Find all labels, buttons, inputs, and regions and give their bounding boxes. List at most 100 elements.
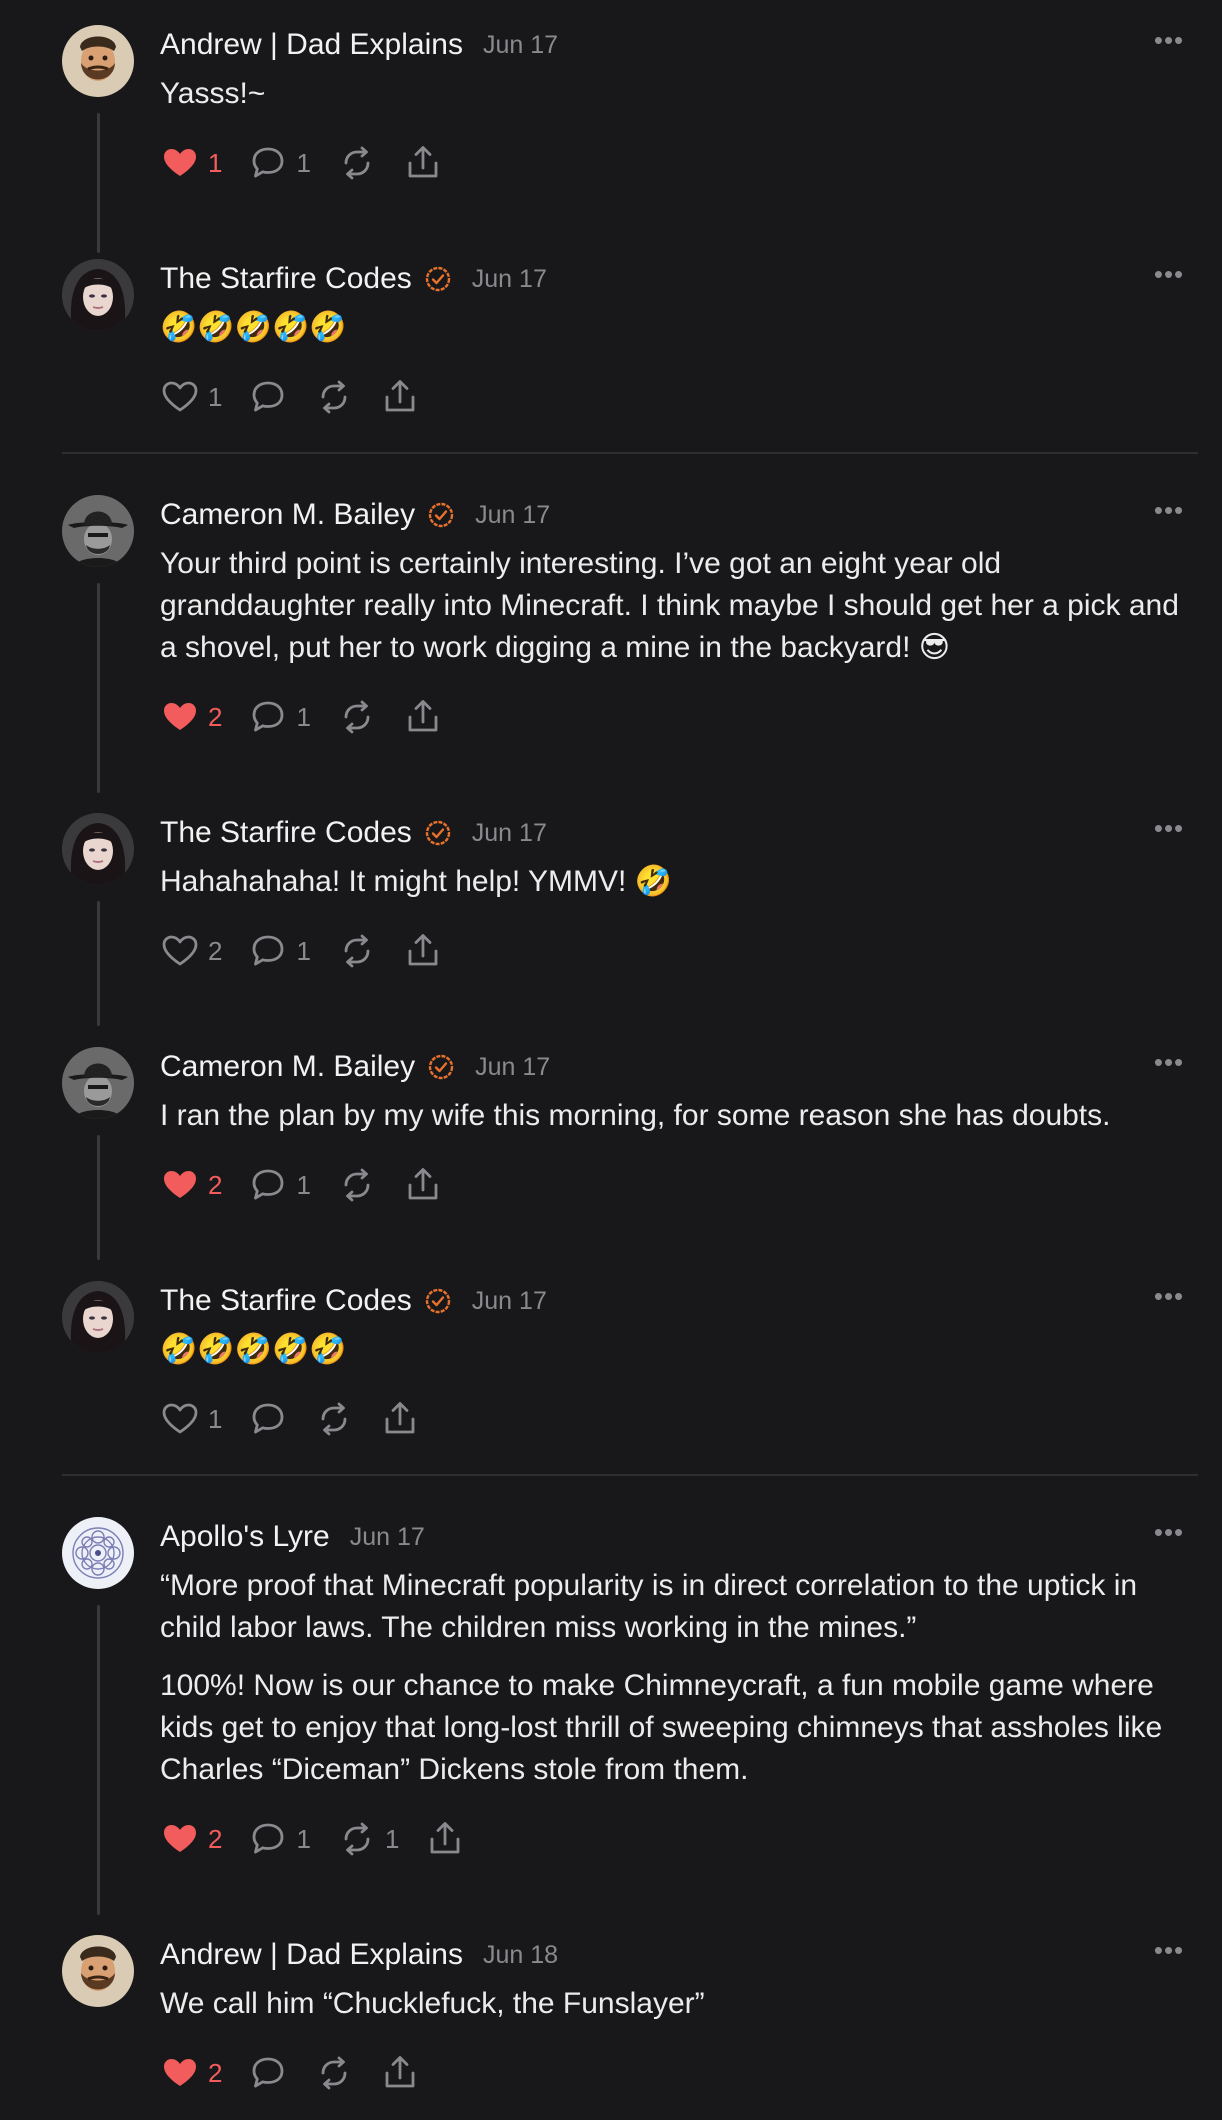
comment-text: We call him “Chucklefuck, the Funslayer” — [160, 1987, 705, 2020]
comment-text: 🤣🤣🤣🤣🤣 — [160, 311, 347, 344]
comment-date[interactable]: Jun 18 — [483, 1941, 558, 1970]
comment-date[interactable]: Jun 17 — [472, 1287, 547, 1316]
share-button[interactable] — [403, 931, 443, 971]
repost-count: 1 — [384, 1823, 400, 1854]
comment-date[interactable]: Jun 17 — [472, 265, 547, 294]
like-button[interactable]: 2 — [160, 2053, 222, 2093]
like-button[interactable]: 2 — [160, 1165, 222, 1205]
comment-date[interactable]: Jun 17 — [475, 501, 550, 530]
comment-header: Cameron M. Bailey Jun 17 — [160, 485, 550, 545]
reply-count: 1 — [296, 935, 311, 966]
like-button[interactable]: 1 — [160, 377, 222, 417]
action-bar: 11 — [160, 136, 469, 190]
comment-header: The Starfire Codes Jun 17 — [160, 1271, 547, 1331]
author-name[interactable]: Andrew | Dad Explains — [160, 1938, 463, 1972]
like-button[interactable]: 1 — [160, 143, 222, 183]
repost-button[interactable] — [337, 697, 377, 737]
avatar[interactable] — [62, 1935, 134, 2007]
thread-separator — [62, 452, 1198, 454]
like-button[interactable]: 1 — [160, 1399, 222, 1439]
author-name[interactable]: The Starfire Codes — [160, 816, 412, 850]
avatar[interactable] — [62, 1047, 134, 1119]
comment-date[interactable]: Jun 17 — [350, 1523, 425, 1552]
like-count: 1 — [208, 1403, 223, 1434]
repost-button[interactable] — [337, 1165, 377, 1205]
comment-header: Apollo's Lyre Jun 17 — [160, 1507, 425, 1567]
reply-button[interactable]: 1 — [248, 1819, 311, 1859]
reply-button[interactable]: 1 — [248, 931, 311, 971]
comment-text: I ran the plan by my wife this morning, … — [160, 1099, 1111, 1132]
share-button[interactable] — [380, 1399, 420, 1439]
verified-badge-icon — [424, 265, 452, 293]
like-count: 2 — [208, 1823, 223, 1854]
comment-body: We call him “Chucklefuck, the Funslayer” — [160, 1983, 1200, 2025]
reply-count: 1 — [296, 147, 311, 178]
like-button[interactable]: 2 — [160, 697, 222, 737]
thread-line — [97, 583, 100, 793]
like-count: 2 — [208, 2057, 223, 2088]
repost-button[interactable] — [337, 143, 377, 183]
comment-body: Your third point is certainly interestin… — [160, 543, 1200, 669]
comment-date[interactable]: Jun 17 — [472, 819, 547, 848]
reply-button[interactable]: 1 — [248, 1165, 311, 1205]
thread-line — [97, 1135, 100, 1260]
avatar[interactable] — [62, 25, 134, 97]
like-button[interactable]: 2 — [160, 931, 222, 971]
author-name[interactable]: The Starfire Codes — [160, 1284, 412, 1318]
more-options-icon[interactable]: ••• — [1154, 813, 1184, 843]
like-button[interactable]: 2 — [160, 1819, 222, 1859]
thread-line — [97, 1605, 100, 1915]
share-button[interactable] — [380, 377, 420, 417]
comment-text: 100%! Now is our chance to make Chimneyc… — [160, 1669, 1163, 1786]
repost-button[interactable] — [337, 931, 377, 971]
more-options-icon[interactable]: ••• — [1154, 495, 1184, 525]
author-name[interactable]: Apollo's Lyre — [160, 1520, 330, 1554]
avatar[interactable] — [62, 1517, 134, 1589]
share-button[interactable] — [425, 1819, 465, 1859]
author-name[interactable]: Cameron M. Bailey — [160, 1050, 415, 1084]
repost-button[interactable]: 1 — [337, 1819, 399, 1859]
comment-body: 🤣🤣🤣🤣🤣 — [160, 1329, 1200, 1371]
like-count: 1 — [208, 381, 223, 412]
more-options-icon[interactable]: ••• — [1154, 1047, 1184, 1077]
more-options-icon[interactable]: ••• — [1154, 1517, 1184, 1547]
share-button[interactable] — [380, 2053, 420, 2093]
avatar[interactable] — [62, 813, 134, 885]
reply-button[interactable] — [248, 1399, 288, 1439]
avatar[interactable] — [62, 259, 134, 331]
more-options-icon[interactable]: ••• — [1154, 25, 1184, 55]
reply-button[interactable] — [248, 2053, 288, 2093]
like-count: 2 — [208, 935, 223, 966]
repost-button[interactable] — [314, 1399, 354, 1439]
comment-date[interactable]: Jun 17 — [475, 1053, 550, 1082]
comment-text: 🤣🤣🤣🤣🤣 — [160, 1333, 347, 1366]
avatar[interactable] — [62, 495, 134, 567]
share-button[interactable] — [403, 143, 443, 183]
share-button[interactable] — [403, 697, 443, 737]
action-bar: 1 — [160, 1392, 446, 1446]
like-count: 2 — [208, 1169, 223, 1200]
reply-button[interactable]: 1 — [248, 143, 311, 183]
share-button[interactable] — [403, 1165, 443, 1205]
author-name[interactable]: Cameron M. Bailey — [160, 498, 415, 532]
reply-button[interactable]: 1 — [248, 697, 311, 737]
comment-header: Cameron M. Bailey Jun 17 — [160, 1037, 550, 1097]
comment-body: 🤣🤣🤣🤣🤣 — [160, 307, 1200, 349]
reply-count: 1 — [296, 701, 311, 732]
avatar[interactable] — [62, 1281, 134, 1353]
repost-button[interactable] — [314, 377, 354, 417]
author-name[interactable]: Andrew | Dad Explains — [160, 28, 463, 62]
comment-body: I ran the plan by my wife this morning, … — [160, 1095, 1200, 1137]
comment-header: Andrew | Dad Explains Jun 17 — [160, 15, 558, 75]
reply-button[interactable] — [248, 377, 288, 417]
verified-badge-icon — [427, 501, 455, 529]
action-bar: 21 — [160, 1158, 469, 1212]
author-name[interactable]: The Starfire Codes — [160, 262, 412, 296]
more-options-icon[interactable]: ••• — [1154, 1935, 1184, 1965]
more-options-icon[interactable]: ••• — [1154, 259, 1184, 289]
thread-line — [97, 901, 100, 1026]
more-options-icon[interactable]: ••• — [1154, 1281, 1184, 1311]
comment-body: Hahahahaha! It might help! YMMV! 🤣 — [160, 861, 1200, 903]
comment-date[interactable]: Jun 17 — [483, 31, 558, 60]
repost-button[interactable] — [314, 2053, 354, 2093]
